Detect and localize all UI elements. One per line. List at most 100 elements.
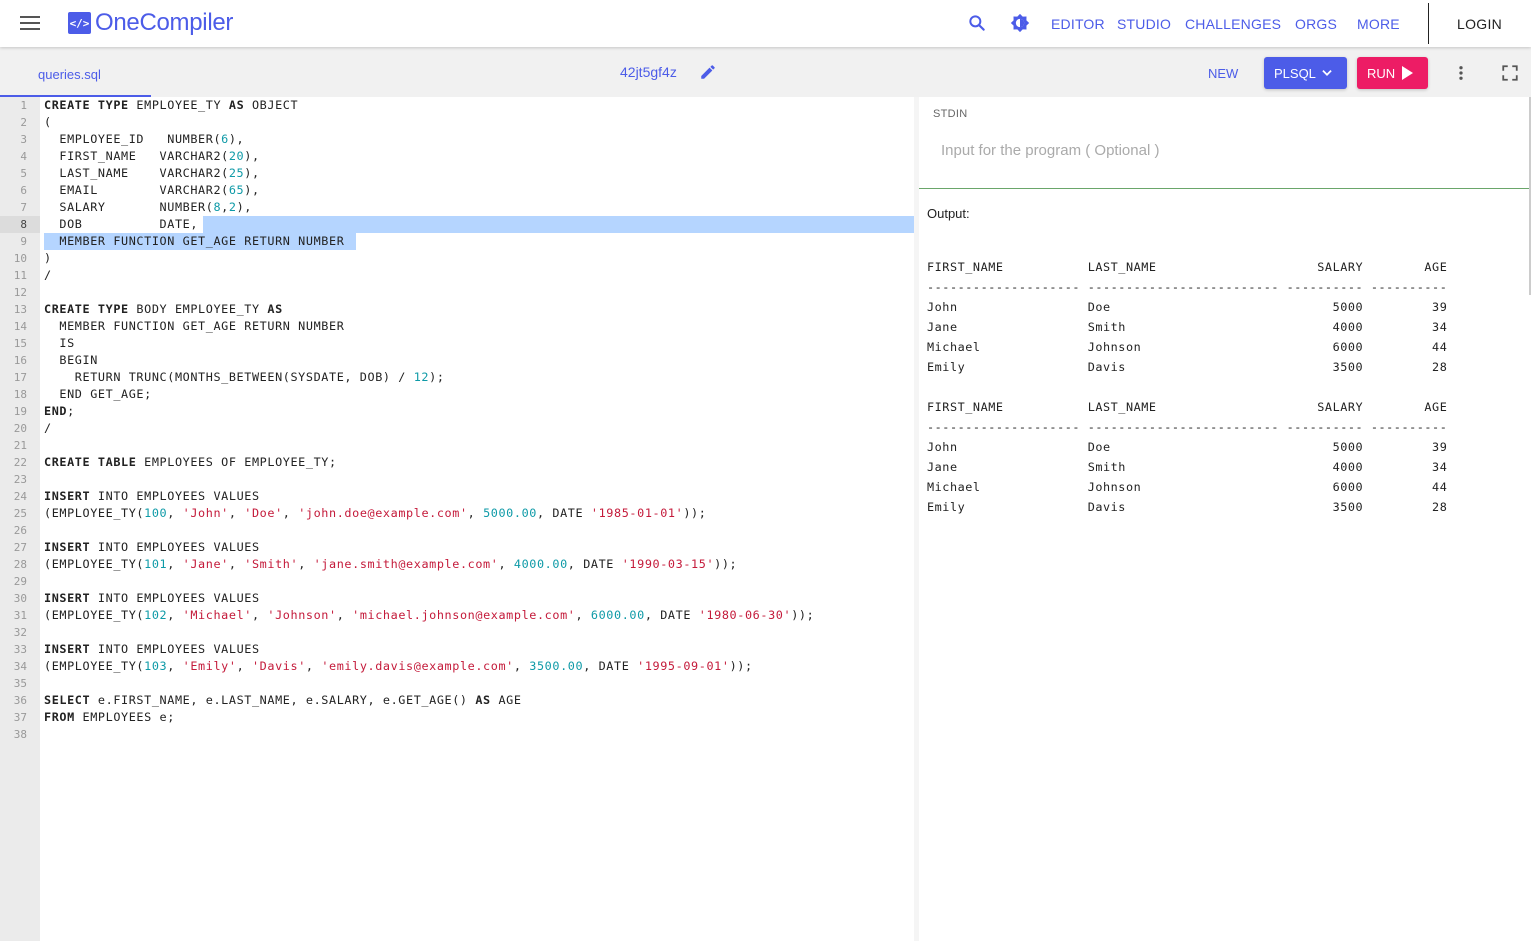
- line-number: 24: [13, 490, 27, 503]
- code-line: DOB DATE,: [44, 217, 199, 231]
- more-options-icon[interactable]: [1452, 64, 1470, 82]
- code-line: EMAIL VARCHAR2(65),: [44, 183, 260, 197]
- code-line: SELECT e.FIRST_NAME, e.LAST_NAME, e.SALA…: [44, 693, 522, 707]
- run-button[interactable]: RUN: [1357, 57, 1428, 89]
- nav-challenges-link[interactable]: CHALLENGES: [1185, 16, 1281, 32]
- code-line: INSERT INTO EMPLOYEES VALUES: [44, 540, 260, 554]
- line-number: 21: [13, 439, 27, 452]
- code-line: LAST_NAME VARCHAR2(25),: [44, 166, 260, 180]
- code-line: (EMPLOYEE_TY(101, 'Jane', 'Smith', 'jane…: [44, 557, 738, 571]
- line-number: 8: [20, 218, 27, 231]
- stdin-input[interactable]: [933, 134, 1513, 166]
- new-button[interactable]: NEW: [1208, 66, 1238, 81]
- code-line: FROM EMPLOYEES e;: [44, 710, 175, 724]
- play-icon: [1402, 66, 1414, 80]
- nav-studio-link[interactable]: STUDIO: [1117, 16, 1171, 32]
- code-line: INSERT INTO EMPLOYEES VALUES: [44, 642, 260, 656]
- code-line: /: [44, 421, 52, 435]
- line-number: 6: [20, 184, 27, 197]
- line-number: 29: [13, 575, 27, 588]
- code-line: SALARY NUMBER(8,2),: [44, 200, 252, 214]
- chevron-down-icon: [1322, 70, 1332, 76]
- line-number: 2: [20, 116, 27, 129]
- code-line: END GET_AGE;: [44, 387, 152, 401]
- line-number: 7: [20, 201, 27, 214]
- brand-name: OneCompiler: [95, 9, 234, 36]
- code-area[interactable]: CREATE TYPE EMPLOYEE_TY AS OBJECT ( EMPLO…: [40, 97, 914, 941]
- line-number: 37: [13, 711, 27, 724]
- line-number: 38: [13, 728, 27, 741]
- line-number: 23: [13, 473, 27, 486]
- line-number-gutter: 1 2 3 4 5 6 7 8 9 10 11 12 13 14 15 16 17 18 19 20 21 22 23 24 2…: [0, 97, 40, 941]
- line-number: 19: [13, 405, 27, 418]
- code-line: /: [44, 268, 52, 282]
- code-line: CREATE TYPE EMPLOYEE_TY AS OBJECT: [44, 98, 299, 112]
- code-line: CREATE TYPE BODY EMPLOYEE_TY AS: [44, 302, 283, 316]
- code-line: (: [44, 115, 52, 129]
- code-line: (EMPLOYEE_TY(102, 'Michael', 'Johnson', …: [44, 608, 815, 622]
- code-line: END;: [44, 404, 75, 418]
- code-editor[interactable]: 1 2 3 4 5 6 7 8 9 10 11 12 13 14 15 16 17 18 19 20 21 22 23 24 2…: [0, 97, 914, 941]
- line-number: 22: [13, 456, 27, 469]
- line-number: 12: [13, 286, 27, 299]
- line-number: 16: [13, 354, 27, 367]
- hamburger-menu-icon[interactable]: [20, 15, 40, 31]
- code-brackets-icon: </>: [68, 12, 91, 34]
- nav-more-link[interactable]: MORE: [1357, 16, 1400, 32]
- code-line: CREATE TABLE EMPLOYEES OF EMPLOYEE_TY;: [44, 455, 337, 469]
- line-number: 4: [20, 150, 27, 163]
- language-label: PLSQL: [1274, 65, 1316, 81]
- search-icon[interactable]: [967, 13, 987, 33]
- stdin-divider: [919, 188, 1531, 189]
- code-line: MEMBER FUNCTION GET_AGE RETURN NUMBER: [44, 319, 345, 333]
- code-title[interactable]: 42jt5gf4z: [620, 64, 677, 80]
- brand-logo[interactable]: </> OneCompiler: [68, 9, 234, 36]
- theme-toggle-icon[interactable]: [1010, 13, 1030, 33]
- line-number: 11: [13, 269, 27, 282]
- line-number: 34: [13, 660, 27, 673]
- code-line: BEGIN: [44, 353, 98, 367]
- line-number: 20: [13, 422, 27, 435]
- code-line: (EMPLOYEE_TY(103, 'Emily', 'Davis', 'emi…: [44, 659, 753, 673]
- line-number: 17: [13, 371, 27, 384]
- line-number: 25: [13, 507, 27, 520]
- code-line: RETURN TRUNC(MONTHS_BETWEEN(SYSDATE, DOB…: [44, 370, 445, 384]
- file-tab-label: queries.sql: [38, 67, 101, 82]
- output-label: Output:: [927, 206, 970, 221]
- line-number: 26: [13, 524, 27, 537]
- line-number: 15: [13, 337, 27, 350]
- code-line: INSERT INTO EMPLOYEES VALUES: [44, 591, 260, 605]
- line-number: 10: [13, 252, 27, 265]
- line-number: 30: [13, 592, 27, 605]
- output-text: FIRST_NAME LAST_NAME SALARY AGE --------…: [927, 260, 1448, 514]
- text-selection: [203, 216, 914, 233]
- line-number: 14: [13, 320, 27, 333]
- editor-toolbar: queries.sql 42jt5gf4z NEW PLSQL RUN: [0, 47, 1531, 97]
- code-line: IS: [44, 336, 75, 350]
- tab-queries-sql[interactable]: queries.sql: [0, 47, 151, 97]
- line-number: 28: [13, 558, 27, 571]
- line-number: 1: [20, 99, 27, 112]
- language-select-button[interactable]: PLSQL: [1264, 57, 1347, 89]
- run-label: RUN: [1367, 65, 1396, 81]
- top-nav: </> OneCompiler EDITOR STUDIO CHALLENGES…: [0, 0, 1531, 47]
- nav-divider: [1428, 3, 1429, 44]
- line-number: 3: [20, 133, 27, 146]
- line-number: 35: [13, 677, 27, 690]
- stdin-label: STDIN: [933, 108, 968, 120]
- fullscreen-icon[interactable]: [1501, 64, 1519, 82]
- edit-pencil-icon[interactable]: [699, 63, 717, 81]
- login-button[interactable]: LOGIN: [1457, 16, 1502, 32]
- code-line: EMPLOYEE_ID NUMBER(6),: [44, 132, 245, 146]
- line-number: 13: [13, 303, 27, 316]
- line-number: 5: [20, 167, 27, 180]
- code-line: ): [44, 251, 52, 265]
- line-number: 36: [13, 694, 27, 707]
- code-line: FIRST_NAME VARCHAR2(20),: [44, 149, 260, 163]
- line-number: 32: [13, 626, 27, 639]
- line-number: 27: [13, 541, 27, 554]
- nav-editor-link[interactable]: EDITOR: [1051, 16, 1105, 32]
- code-line: MEMBER FUNCTION GET_AGE RETURN NUMBER: [44, 234, 345, 248]
- nav-orgs-link[interactable]: ORGS: [1295, 16, 1337, 32]
- line-number: 18: [13, 388, 27, 401]
